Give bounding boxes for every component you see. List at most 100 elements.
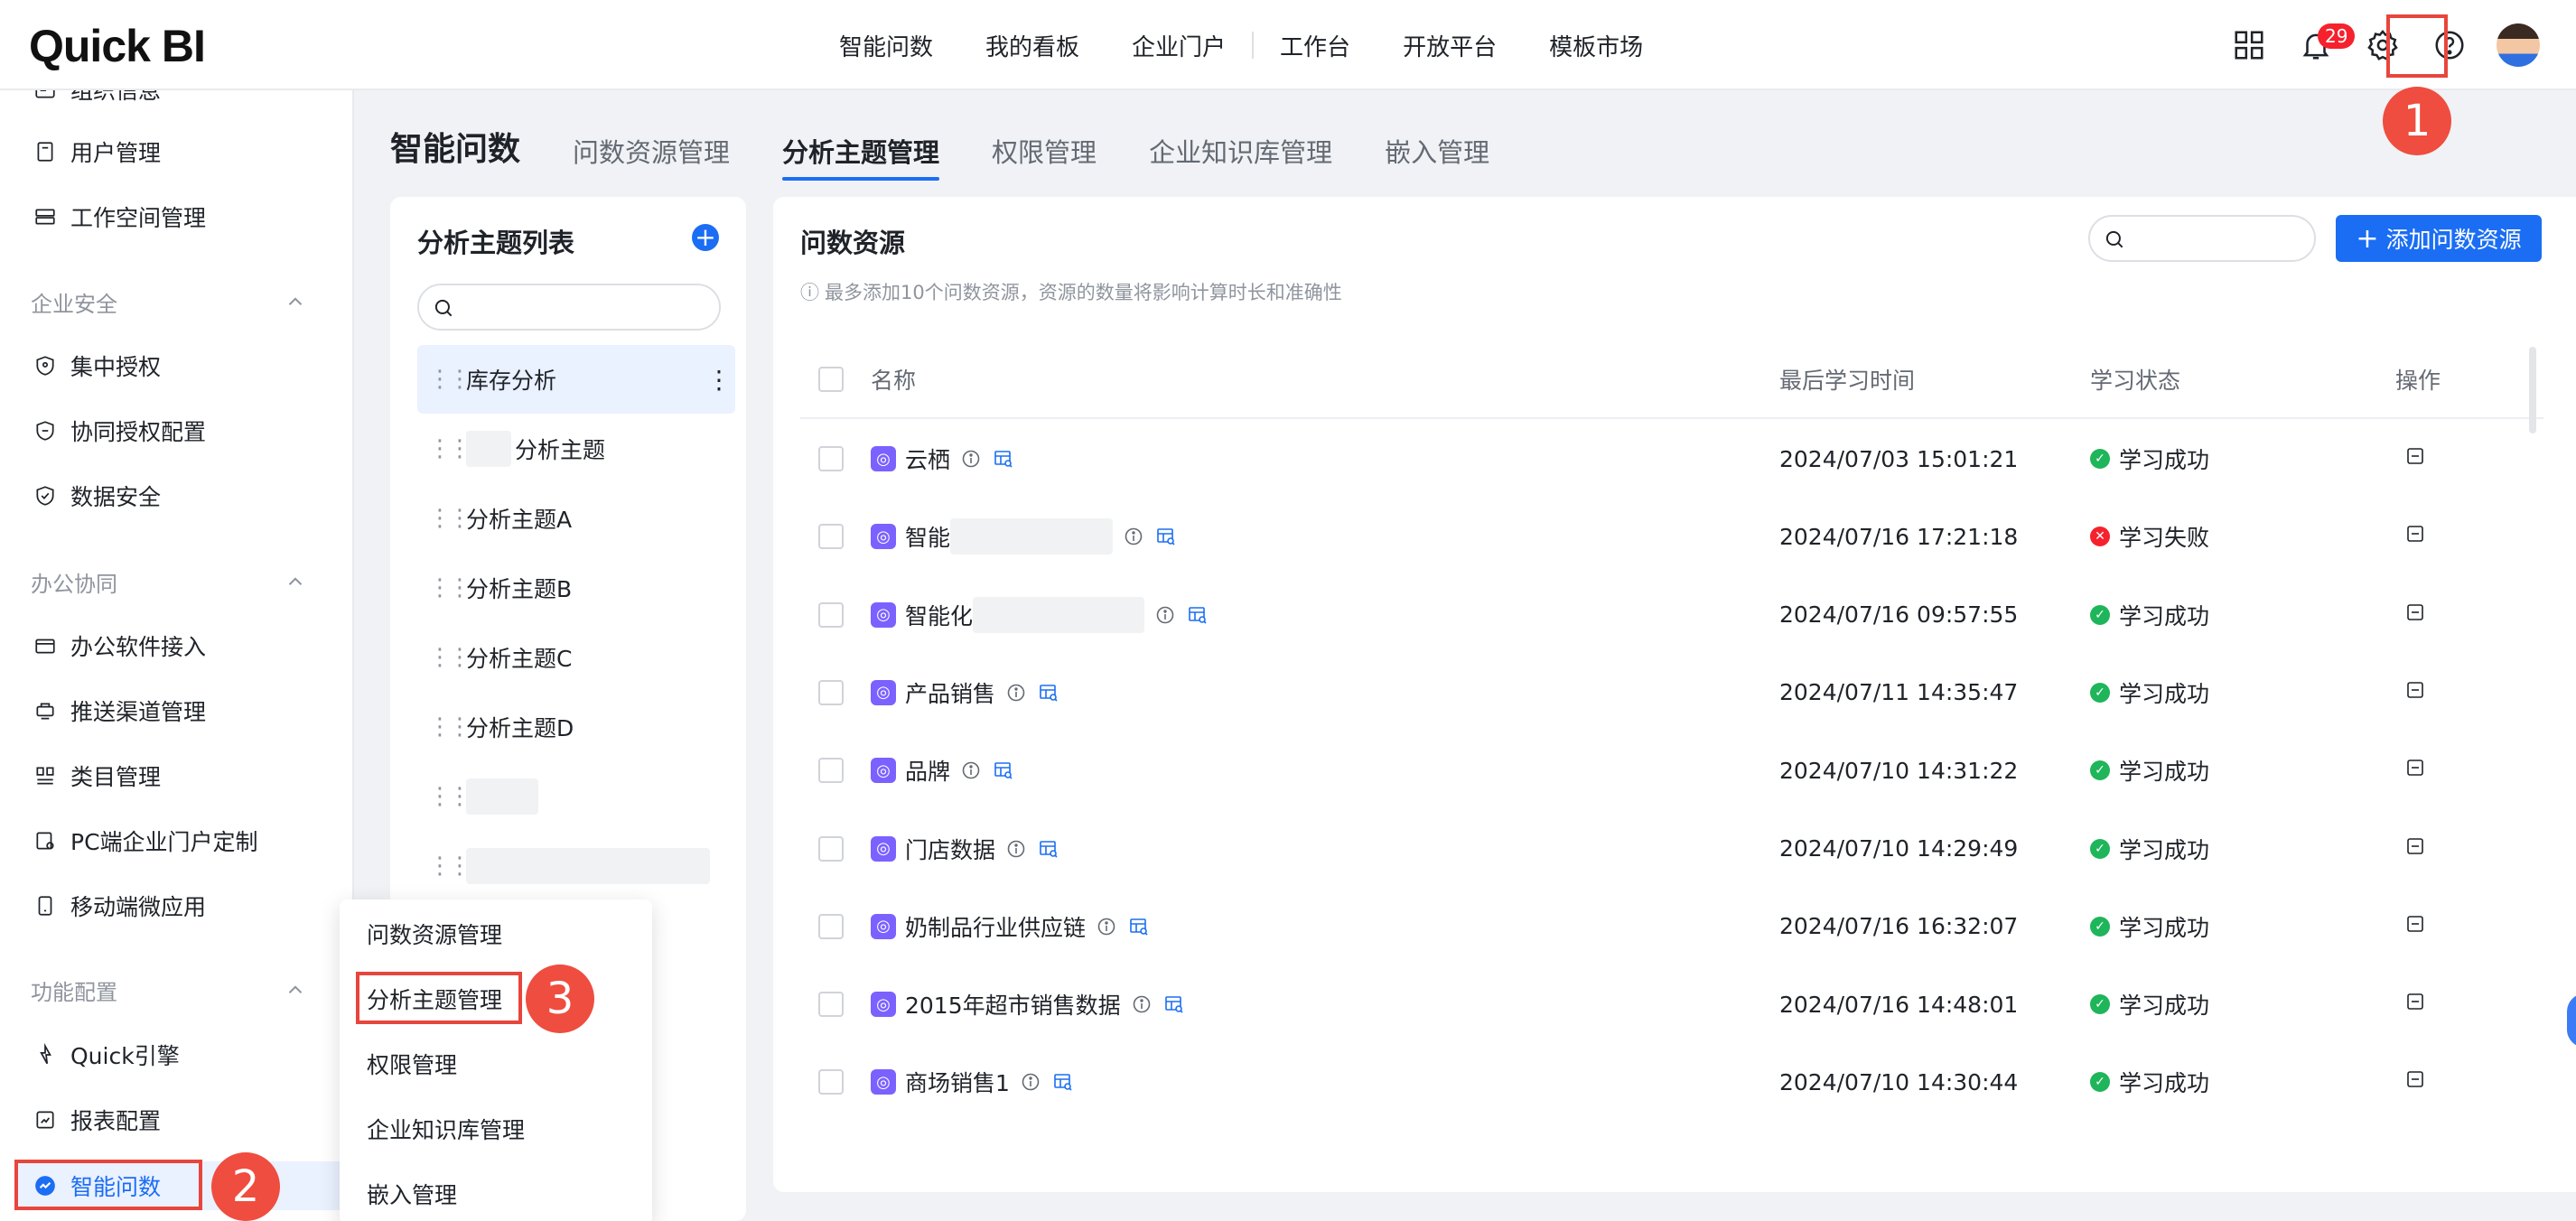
row-checkbox[interactable] [818,758,844,784]
info-icon[interactable] [959,447,983,471]
row-checkbox[interactable] [818,446,844,471]
sidebar-item-office-software[interactable]: 办公软件接入 [33,623,206,668]
table-preview-icon[interactable] [1037,681,1060,704]
sidebar-item-user-management[interactable]: 用户管理 [33,129,161,174]
submenu-resource-management[interactable]: 问数资源管理 [367,918,502,950]
sidebar-item-pc-portal[interactable]: PC端企业门户定制 [33,818,258,863]
table-preview-icon[interactable] [1186,603,1209,627]
sidebar-item-category[interactable]: 类目管理 [33,753,161,798]
remove-icon[interactable] [2404,913,2426,940]
table-row[interactable]: ◎ 智能 2024/07/16 17:21:18 ✕ 学习失败 [800,498,2543,575]
topic-item[interactable]: ⋮⋮ 分析主题 [417,415,735,483]
topic-item[interactable]: ⋮⋮ 分析主题A [417,484,735,553]
info-icon[interactable] [1153,603,1177,627]
info-icon[interactable] [1130,993,1153,1016]
drag-handle-icon[interactable]: ⋮⋮ [428,785,471,808]
topnav-smart-qa[interactable]: 智能问数 [813,29,959,62]
topnav-template-market[interactable]: 模板市场 [1523,29,1669,62]
topic-item[interactable]: ⋮⋮ [417,832,735,900]
drag-handle-icon[interactable]: ⋮⋮ [428,368,471,391]
more-options-icon[interactable]: ⋮ [706,365,732,395]
sidebar-group-office[interactable]: 办公协同 [31,562,307,601]
column-last-learned[interactable]: 最后学习时间 [1779,341,1915,417]
sidebar-item-quick-engine[interactable]: Quick引擎 [33,1032,180,1077]
table-preview-icon[interactable] [1037,837,1060,861]
remove-icon[interactable] [2404,679,2426,706]
remove-icon[interactable] [2404,445,2426,472]
remove-icon[interactable] [2404,601,2426,629]
table-preview-icon[interactable] [1127,915,1151,938]
select-all-checkbox[interactable] [818,367,844,392]
info-icon[interactable] [1019,1070,1042,1094]
topic-search-input[interactable] [417,284,721,331]
table-row[interactable]: ◎ 2015年超市销售数据 2024/07/16 14:48:01 ✓ 学习成功 [800,965,2543,1043]
row-checkbox[interactable] [818,835,844,862]
row-checkbox[interactable] [818,913,844,939]
tab-knowledge-base[interactable]: 企业知识库管理 [1149,132,1332,181]
topnav-open-platform[interactable]: 开放平台 [1377,29,1523,62]
table-row[interactable]: ◎ 云栖 2024/07/03 15:01:21 ✓ 学习成功 [800,420,2543,498]
drag-handle-icon[interactable]: ⋮⋮ [428,507,471,530]
row-checkbox[interactable] [818,679,844,705]
table-preview-icon[interactable] [1154,525,1178,548]
add-resource-button[interactable]: + 添加问数资源 [2336,215,2542,262]
info-icon[interactable] [1095,915,1118,938]
drag-handle-icon[interactable]: ⋮⋮ [428,854,471,878]
info-icon[interactable] [1004,681,1028,704]
remove-icon[interactable] [2404,1068,2426,1095]
sidebar-item-data-security[interactable]: 数据安全 [33,473,161,518]
sidebar-item-central-auth[interactable]: 集中授权 [33,343,161,388]
row-checkbox[interactable] [818,524,844,550]
info-icon[interactable] [1122,525,1145,548]
topic-item[interactable]: ⋮⋮ 分析主题B [417,554,735,622]
remove-icon[interactable] [2404,523,2426,550]
resource-search-input[interactable] [2088,215,2316,262]
apps-grid-icon[interactable] [2224,20,2274,70]
topic-item[interactable]: ⋮⋮ 库存分析 ⋮ [417,345,735,414]
table-preview-icon[interactable] [1162,993,1186,1016]
sidebar-item-collab-auth[interactable]: 协同授权配置 [33,408,206,453]
user-avatar[interactable] [2497,23,2540,67]
sidebar-group-function[interactable]: 功能配置 [31,970,307,1010]
submenu-knowledge-base[interactable]: 企业知识库管理 [367,1113,525,1145]
remove-icon[interactable] [2404,757,2426,784]
row-checkbox[interactable] [818,1069,844,1095]
table-preview-icon[interactable] [992,447,1015,471]
topnav-enterprise-portal[interactable]: 企业门户 [1106,29,1252,62]
submenu-embed-management[interactable]: 嵌入管理 [367,1178,457,1210]
quick-bi-logo[interactable]: Quick BI [29,20,206,72]
topnav-my-dashboards[interactable]: 我的看板 [959,29,1106,62]
info-icon[interactable] [959,759,983,782]
topic-item[interactable]: ⋮⋮ 分析主题D [417,693,735,761]
column-name[interactable]: 名称 [871,341,916,417]
drag-handle-icon[interactable]: ⋮⋮ [428,437,471,461]
table-row[interactable]: ◎ 奶制品行业供应链 2024/07/16 16:32:07 ✓ 学习成功 [800,888,2543,965]
sidebar-item-mobile-app[interactable]: 移动端微应用 [33,883,206,928]
table-row[interactable]: ◎ 智能化 2024/07/16 09:57:55 ✓ 学习成功 [800,576,2543,654]
submenu-permission-management[interactable]: 权限管理 [367,1048,457,1080]
sidebar-group-security[interactable]: 企业安全 [31,282,307,322]
bell-icon[interactable]: 29 [2291,20,2356,70]
topnav-workbench[interactable]: 工作台 [1254,29,1377,62]
table-preview-icon[interactable] [992,759,1015,782]
info-icon[interactable] [1004,837,1028,861]
tab-permission-management[interactable]: 权限管理 [992,132,1097,181]
sidebar-item-report-config[interactable]: 报表配置 [33,1097,161,1142]
remove-icon[interactable] [2404,835,2426,862]
table-row[interactable]: ◎ 产品销售 2024/07/11 14:35:47 ✓ 学习成功 [800,654,2543,732]
column-status[interactable]: 学习状态 [2090,341,2180,417]
row-checkbox[interactable] [818,992,844,1018]
add-topic-button[interactable]: + [692,224,719,251]
table-row[interactable]: ◎ 品牌 2024/07/10 14:31:22 ✓ 学习成功 [800,732,2543,809]
sidebar-item-workspace-management[interactable]: 工作空间管理 [33,194,206,239]
drag-handle-icon[interactable]: ⋮⋮ [428,576,471,600]
tab-topic-management[interactable]: 分析主题管理 [782,132,940,181]
topic-item[interactable]: ⋮⋮ 分析主题C [417,623,735,692]
sidebar-item-org-info[interactable]: 组织信息 [33,90,161,112]
tab-resource-management[interactable]: 问数资源管理 [573,132,730,181]
drag-handle-icon[interactable]: ⋮⋮ [428,646,471,669]
row-checkbox[interactable] [818,601,844,628]
sidebar-item-push-channel[interactable]: 推送渠道管理 [33,688,206,733]
table-row[interactable]: ◎ 商场销售1 2024/07/10 14:30:44 ✓ 学习成功 [800,1043,2543,1121]
remove-icon[interactable] [2404,991,2426,1018]
